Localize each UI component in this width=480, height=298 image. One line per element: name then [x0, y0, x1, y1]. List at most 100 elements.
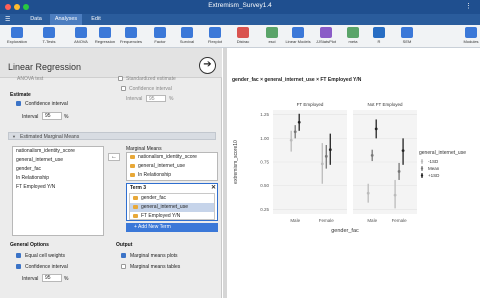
menu-icon[interactable]: ☰ [5, 16, 10, 23]
x-tick-label: Female [319, 218, 335, 223]
ttests-icon [43, 27, 55, 38]
frequencies-icon [125, 27, 137, 38]
tab-edit[interactable]: Edit [84, 14, 108, 25]
data-point [366, 191, 370, 195]
ribbon-button-exploration[interactable]: Exploration [2, 27, 32, 44]
window-title: Extremism_Survey1.4 [208, 2, 272, 9]
ribbon-label: R [377, 39, 381, 44]
continuous-variable-icon [130, 163, 135, 168]
output-heading: Output [116, 242, 133, 248]
ribbon-button-linear-models[interactable]: Linear Models [283, 27, 313, 44]
list-item[interactable]: nationalism_identity_score [127, 153, 217, 162]
interval-input[interactable]: 95 [42, 112, 62, 120]
term3-heading: Term 3 [130, 185, 147, 191]
ribbon-label: JJStatsPlot [315, 39, 336, 44]
list-item[interactable]: general_internet_use [127, 162, 217, 171]
main-tab-bar: ☰ Data Analyses Edit [0, 14, 480, 25]
facet-label: Not FT Employed [368, 102, 403, 107]
continuous-variable-icon [133, 204, 138, 209]
legend-key-point [420, 167, 424, 170]
list-item-selected[interactable]: general_internet_use [130, 203, 214, 212]
ribbon-button-ttests[interactable]: T-Tests [34, 27, 64, 44]
term3-list: gender_fac general_internet_use FT Emplo… [129, 193, 215, 220]
list-item[interactable]: gender_fac [130, 194, 214, 203]
data-point [320, 162, 324, 166]
x-tick-label: Male [290, 218, 300, 223]
list-item[interactable]: In Relationship [13, 174, 103, 183]
legend-entry: +1SD [428, 173, 440, 178]
marginal-means-tables-label: Marginal means tables [130, 264, 181, 270]
marginal-means-plots-checkbox[interactable] [121, 253, 126, 258]
anova-icon [75, 27, 87, 38]
more-options-icon[interactable]: ⋮ [465, 2, 472, 10]
ribbon-label: SEM [402, 39, 412, 44]
y-tick-label: 0.50 [260, 183, 269, 188]
general-interval-input[interactable]: 95 [42, 274, 62, 282]
distrac-icon [237, 27, 249, 38]
esci-icon [266, 27, 278, 38]
facet-label: FT Employed [297, 102, 324, 107]
ribbon-button-modules[interactable]: Modules [456, 27, 480, 44]
list-item[interactable]: nationalism_identity_score [13, 147, 103, 156]
flexplot-icon [209, 27, 221, 38]
survival-icon [181, 27, 193, 38]
ribbon-label: Frequencies [119, 39, 142, 44]
general-options-heading: General Options [10, 242, 49, 248]
general-conf-interval-checkbox[interactable] [16, 264, 21, 269]
legend-key-point [420, 160, 424, 163]
list-item[interactable]: FT Employed Y/N [130, 212, 214, 221]
run-analysis-button[interactable]: ➔ [199, 57, 216, 74]
interval-label: Interval [22, 114, 39, 120]
data-point [370, 153, 374, 157]
ribbon-button-r[interactable]: R [364, 27, 394, 44]
marginal-means-tables-checkbox[interactable] [121, 264, 126, 269]
data-point [401, 149, 405, 153]
list-item[interactable]: FT Employed Y/N [13, 183, 103, 192]
legend-title: general_internet_use [419, 150, 466, 156]
y-tick-label: 0.75 [260, 160, 269, 165]
ribbon-button-frequencies[interactable]: Frequencies [116, 27, 146, 44]
conf-interval-checkbox[interactable] [16, 101, 21, 106]
std-interval-pct: % [169, 96, 174, 102]
std-interval-input[interactable]: 95 [146, 95, 166, 102]
ribbon-button-flexplot[interactable]: Flexplot [200, 27, 230, 44]
ribbon-label: T-Tests [42, 39, 56, 44]
exploration-icon [11, 27, 23, 38]
ribbon-button-survival[interactable]: Survival [172, 27, 202, 44]
equal-cell-weights-checkbox[interactable] [16, 253, 21, 258]
tab-data[interactable]: Data [24, 14, 48, 25]
ribbon-button-factor[interactable]: Factor [145, 27, 175, 44]
std-conf-interval-checkbox[interactable] [121, 86, 126, 91]
y-axis-label: extremism_score10 [233, 140, 239, 184]
jjstatsplot-icon [320, 27, 332, 38]
emm-section-toggle[interactable]: ▼ Estimated Marginal Means [8, 132, 216, 140]
y-tick-label: 1.25 [260, 112, 269, 117]
anova-test-label[interactable]: ANOVA test [17, 76, 43, 82]
meta-icon [347, 27, 359, 38]
data-point [297, 120, 301, 124]
close-icon[interactable]: ✕ [211, 184, 216, 191]
ribbon-button-distrac[interactable]: Distrac [228, 27, 258, 44]
marginal-means-chart: FT Employed Not FT Employed 1.25 1.00 0.75 0.… [233, 102, 466, 234]
list-item[interactable]: gender_fac [13, 165, 103, 174]
add-new-term-button[interactable]: + Add New Term [126, 223, 218, 232]
analyses-ribbon: Exploration T-Tests ANOVA Regression Frequen… [0, 25, 480, 48]
general-conf-interval-label: Confidence interval [25, 264, 68, 270]
ribbon-button-sem[interactable]: SEM [392, 27, 422, 44]
list-item[interactable]: In Relationship [127, 171, 217, 180]
ribbon-button-jjstatsplot[interactable]: JJStatsPlot [311, 27, 341, 44]
data-point [397, 170, 401, 173]
ribbon-label: Factor [154, 39, 166, 44]
std-interval-label: Interval [126, 96, 143, 102]
regression-icon [99, 27, 111, 38]
standardized-estimate-checkbox[interactable] [118, 76, 123, 81]
variables-list: nationalism_identity_score general_inter… [12, 146, 104, 236]
move-variable-button[interactable]: ← [108, 153, 120, 161]
marginal-means-plots-label: Marginal means plots [130, 253, 178, 259]
ribbon-label: Modules [463, 39, 479, 44]
term3-box: Term 3 ✕ gender_fac general_internet_use… [126, 183, 218, 221]
tab-analyses[interactable]: Analyses [50, 14, 82, 25]
y-tick-label: 0.25 [260, 207, 269, 212]
list-item[interactable]: general_internet_use [13, 156, 103, 165]
ribbon-label: Survival [179, 39, 195, 44]
